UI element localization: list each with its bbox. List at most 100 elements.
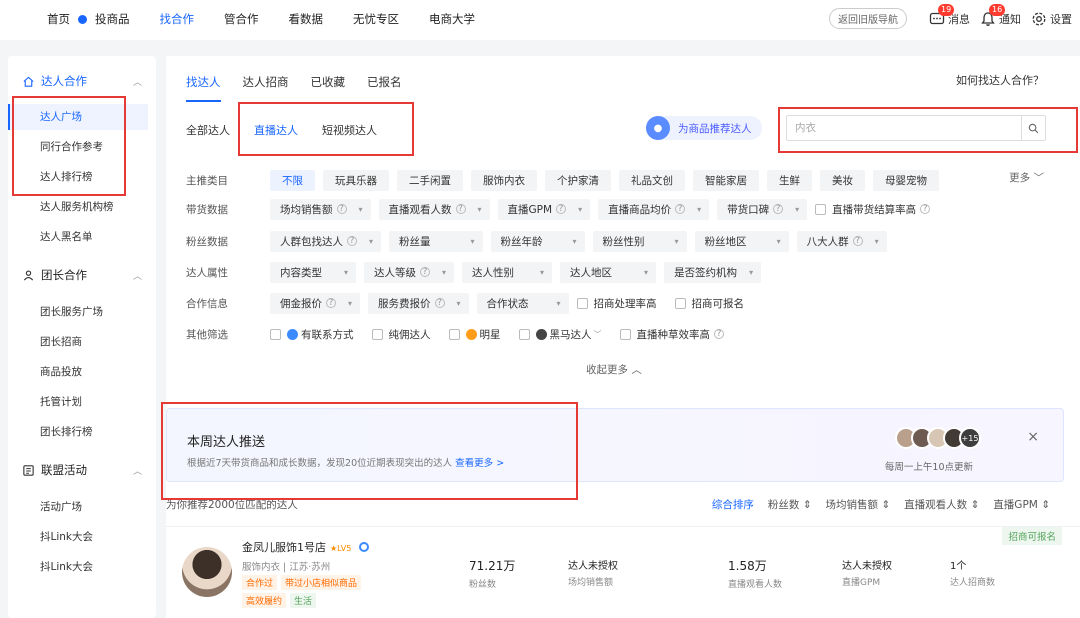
invite-rate-checkbox[interactable]: 招商处理率高 <box>576 296 657 311</box>
tab-favorites[interactable]: 已收藏 <box>311 74 346 102</box>
subtab-all[interactable]: 全部达人 <box>186 122 230 138</box>
seeding-efficiency-checkbox[interactable]: 直播种草效率高? <box>619 327 724 342</box>
subtab-live[interactable]: 直播达人 <box>254 122 298 138</box>
sidebar-item-leader-invite[interactable]: 团长招商 <box>8 329 148 355</box>
sort-views[interactable]: 直播观看人数 ⇕ <box>904 497 979 512</box>
sidebar-item-talent-ranking[interactable]: 达人排行榜 <box>8 164 148 190</box>
subtab-short-video[interactable]: 短视频达人 <box>322 122 377 138</box>
filter-row-attrs: 达人属性 内容类型 ▾ 达人等级? ▾ 达人性别 ▾ 达人地区 ▾ 是否签约机构 ▾ <box>186 261 769 283</box>
eight-groups-dropdown[interactable]: 八大人群? ▾ <box>796 230 887 252</box>
category-chip-all[interactable]: 不限 <box>270 169 315 191</box>
category-chip[interactable]: 玩具乐器 <box>323 169 389 191</box>
avg-price-dropdown[interactable]: 直播商品均价? ▾ <box>598 198 710 220</box>
talent-tags: 合作过 带过小店相似商品 高效履约 生活 <box>242 575 412 611</box>
nav-find-cooperation[interactable]: 找合作 <box>160 11 195 27</box>
close-icon[interactable]: × <box>1027 429 1039 445</box>
sort-arrows-icon: ⇕ <box>802 499 812 511</box>
sidebar-item-star-match[interactable]: 抖Link大会 <box>8 524 148 550</box>
nav-ecommerce-university[interactable]: 电商大学 <box>429 11 475 27</box>
sidebar-group-alliance-header[interactable]: 联盟活动 ︿ <box>8 457 156 483</box>
recommend-talent-button[interactable]: ● 为商品推荐达人 <box>646 116 762 140</box>
tab-registered[interactable]: 已报名 <box>367 74 402 102</box>
avatar[interactable] <box>182 547 232 597</box>
more-categories-button[interactable]: 更多 ﹀ <box>1009 170 1044 185</box>
fan-age-dropdown[interactable]: 粉丝年龄 ▾ <box>490 230 585 252</box>
category-chip[interactable]: 生鲜 <box>767 169 812 191</box>
content-type-dropdown[interactable]: 内容类型 ▾ <box>270 261 357 283</box>
settings-button[interactable]: 设置 <box>1031 11 1072 27</box>
gpm-dropdown[interactable]: 直播GPM? ▾ <box>497 198 591 220</box>
search-input[interactable] <box>787 122 1021 134</box>
sidebar-item-talent-square[interactable]: 达人广场 <box>8 104 148 130</box>
pure-commission-checkbox[interactable]: 纯佣达人 <box>371 327 431 342</box>
sort-gpm[interactable]: 直播GPM ⇕ <box>993 497 1050 512</box>
dark-horse-checkbox[interactable]: 黑马达人 ﹀ <box>518 327 602 342</box>
promo-see-more-link[interactable]: 查看更多 > <box>455 458 504 469</box>
sort-options: 综合排序 粉丝数 ⇕ 场均销售额 ⇕ 直播观看人数 ⇕ 直播GPM ⇕ <box>698 497 1050 512</box>
top-right-tools: 返回旧版导航 19 消息 16 通知 设置 <box>829 3 1072 29</box>
dropdown-label: 是否签约机构 <box>674 266 738 279</box>
messages-button[interactable]: 19 消息 <box>929 3 970 27</box>
fan-region-dropdown[interactable]: 粉丝地区 ▾ <box>694 230 789 252</box>
search-button[interactable] <box>1021 116 1045 140</box>
notices-button[interactable]: 16 通知 <box>980 3 1021 27</box>
nav-data[interactable]: 看数据 <box>289 11 324 27</box>
nav-home[interactable]: 首页 <box>47 11 70 27</box>
promo-title: 本周达人推送 <box>187 435 266 450</box>
sidebar-group-talent: 达人合作 ︿ <box>8 68 156 94</box>
talent-level-dropdown[interactable]: 达人等级? ▾ <box>364 261 455 283</box>
audience-pack-dropdown[interactable]: 人群包找达人? ▾ <box>270 230 382 252</box>
category-chip[interactable]: 礼品文创 <box>619 169 685 191</box>
category-chip[interactable]: 服饰内衣 <box>471 169 537 191</box>
coop-status-dropdown[interactable]: 合作状态 ▾ <box>476 292 569 314</box>
sidebar-group-talent-header[interactable]: 达人合作 ︿ <box>8 68 156 94</box>
sidebar-item-blacklist[interactable]: 达人黑名单 <box>8 224 148 250</box>
fan-count-dropdown[interactable]: 粉丝量 ▾ <box>389 230 483 252</box>
sales-dropdown[interactable]: 场均销售额? ▾ <box>270 198 371 220</box>
invite-open-checkbox[interactable]: 招商可报名 <box>674 296 744 311</box>
sidebar-item-activity-square[interactable]: 活动广场 <box>8 494 148 520</box>
talent-region-dropdown[interactable]: 达人地区 ▾ <box>560 261 657 283</box>
reputation-dropdown[interactable]: 带货口碑? ▾ <box>717 198 808 220</box>
talent-name[interactable]: 金凤儿服饰1号店 <box>242 541 326 554</box>
fan-gender-dropdown[interactable]: 粉丝性别 ▾ <box>592 230 687 252</box>
settlement-rate-checkbox[interactable]: 直播带货结算率高? <box>815 202 931 217</box>
sidebar-item-leader-ranking[interactable]: 团长排行榜 <box>8 419 148 445</box>
has-contact-checkbox[interactable]: 有联系方式 <box>270 327 354 342</box>
category-chip[interactable]: 美妆 <box>820 169 865 191</box>
checkbox-label: 有联系方式 <box>301 328 354 341</box>
sidebar-item-link-conference[interactable]: 抖Link大会 <box>8 554 148 580</box>
sort-sales[interactable]: 场均销售额 ⇕ <box>826 497 891 512</box>
celebrity-checkbox[interactable]: 明星 <box>448 327 501 342</box>
nav-worry-free[interactable]: 无忧专区 <box>353 11 399 27</box>
sort-fans[interactable]: 粉丝数 ⇕ <box>768 497 812 512</box>
category-chip[interactable]: 智能家居 <box>693 169 759 191</box>
dropdown-label: 服务费报价 <box>378 297 431 310</box>
tab-find-talent[interactable]: 找达人 <box>186 74 221 102</box>
category-chip[interactable]: 个护家清 <box>545 169 611 191</box>
agency-dropdown[interactable]: 是否签约机构 ▾ <box>664 261 762 283</box>
sidebar-item-agency-ranking[interactable]: 达人服务机构榜 <box>8 194 148 220</box>
commission-dropdown[interactable]: 佣金报价? ▾ <box>270 292 361 314</box>
category-chip[interactable]: 母婴宠物 <box>873 169 939 191</box>
sidebar-item-leader-service[interactable]: 团长服务广场 <box>8 299 148 325</box>
nav-manage-cooperation[interactable]: 管合作 <box>224 11 259 27</box>
nav-invest-products[interactable]: 投商品 <box>95 11 130 27</box>
collapse-filters-button[interactable]: 收起更多 ︿ <box>586 362 642 377</box>
talent-tag: 带过小店相似商品 <box>281 575 362 590</box>
views-dropdown[interactable]: 直播观看人数? ▾ <box>378 198 490 220</box>
old-nav-button[interactable]: 返回旧版导航 <box>829 8 907 29</box>
sidebar-item-custody-plan[interactable]: 托管计划 <box>8 389 148 415</box>
sidebar-group-leader-header[interactable]: 团长合作 ︿ <box>8 262 156 288</box>
help-link[interactable]: 如何找达人合作？ <box>956 72 1044 88</box>
talent-card[interactable]: 金凤儿服饰1号店 ★LV5 服饰内衣 | 江苏·苏州 合作过 带过小店相似商品 高… <box>166 526 1080 618</box>
sidebar-item-peer-reference[interactable]: 同行合作参考 <box>8 134 148 160</box>
sort-default[interactable]: 综合排序 <box>712 497 754 512</box>
category-chip[interactable]: 二手闲置 <box>397 169 463 191</box>
service-fee-dropdown[interactable]: 服务费报价? ▾ <box>368 292 469 314</box>
sidebar-item-product-placement[interactable]: 商品投放 <box>8 359 148 385</box>
talent-gender-dropdown[interactable]: 达人性别 ▾ <box>462 261 553 283</box>
dropdown-label: 达人地区 <box>570 266 613 279</box>
promo-avatars: +15 <box>895 427 981 449</box>
tab-talent-invite[interactable]: 达人招商 <box>243 74 289 102</box>
